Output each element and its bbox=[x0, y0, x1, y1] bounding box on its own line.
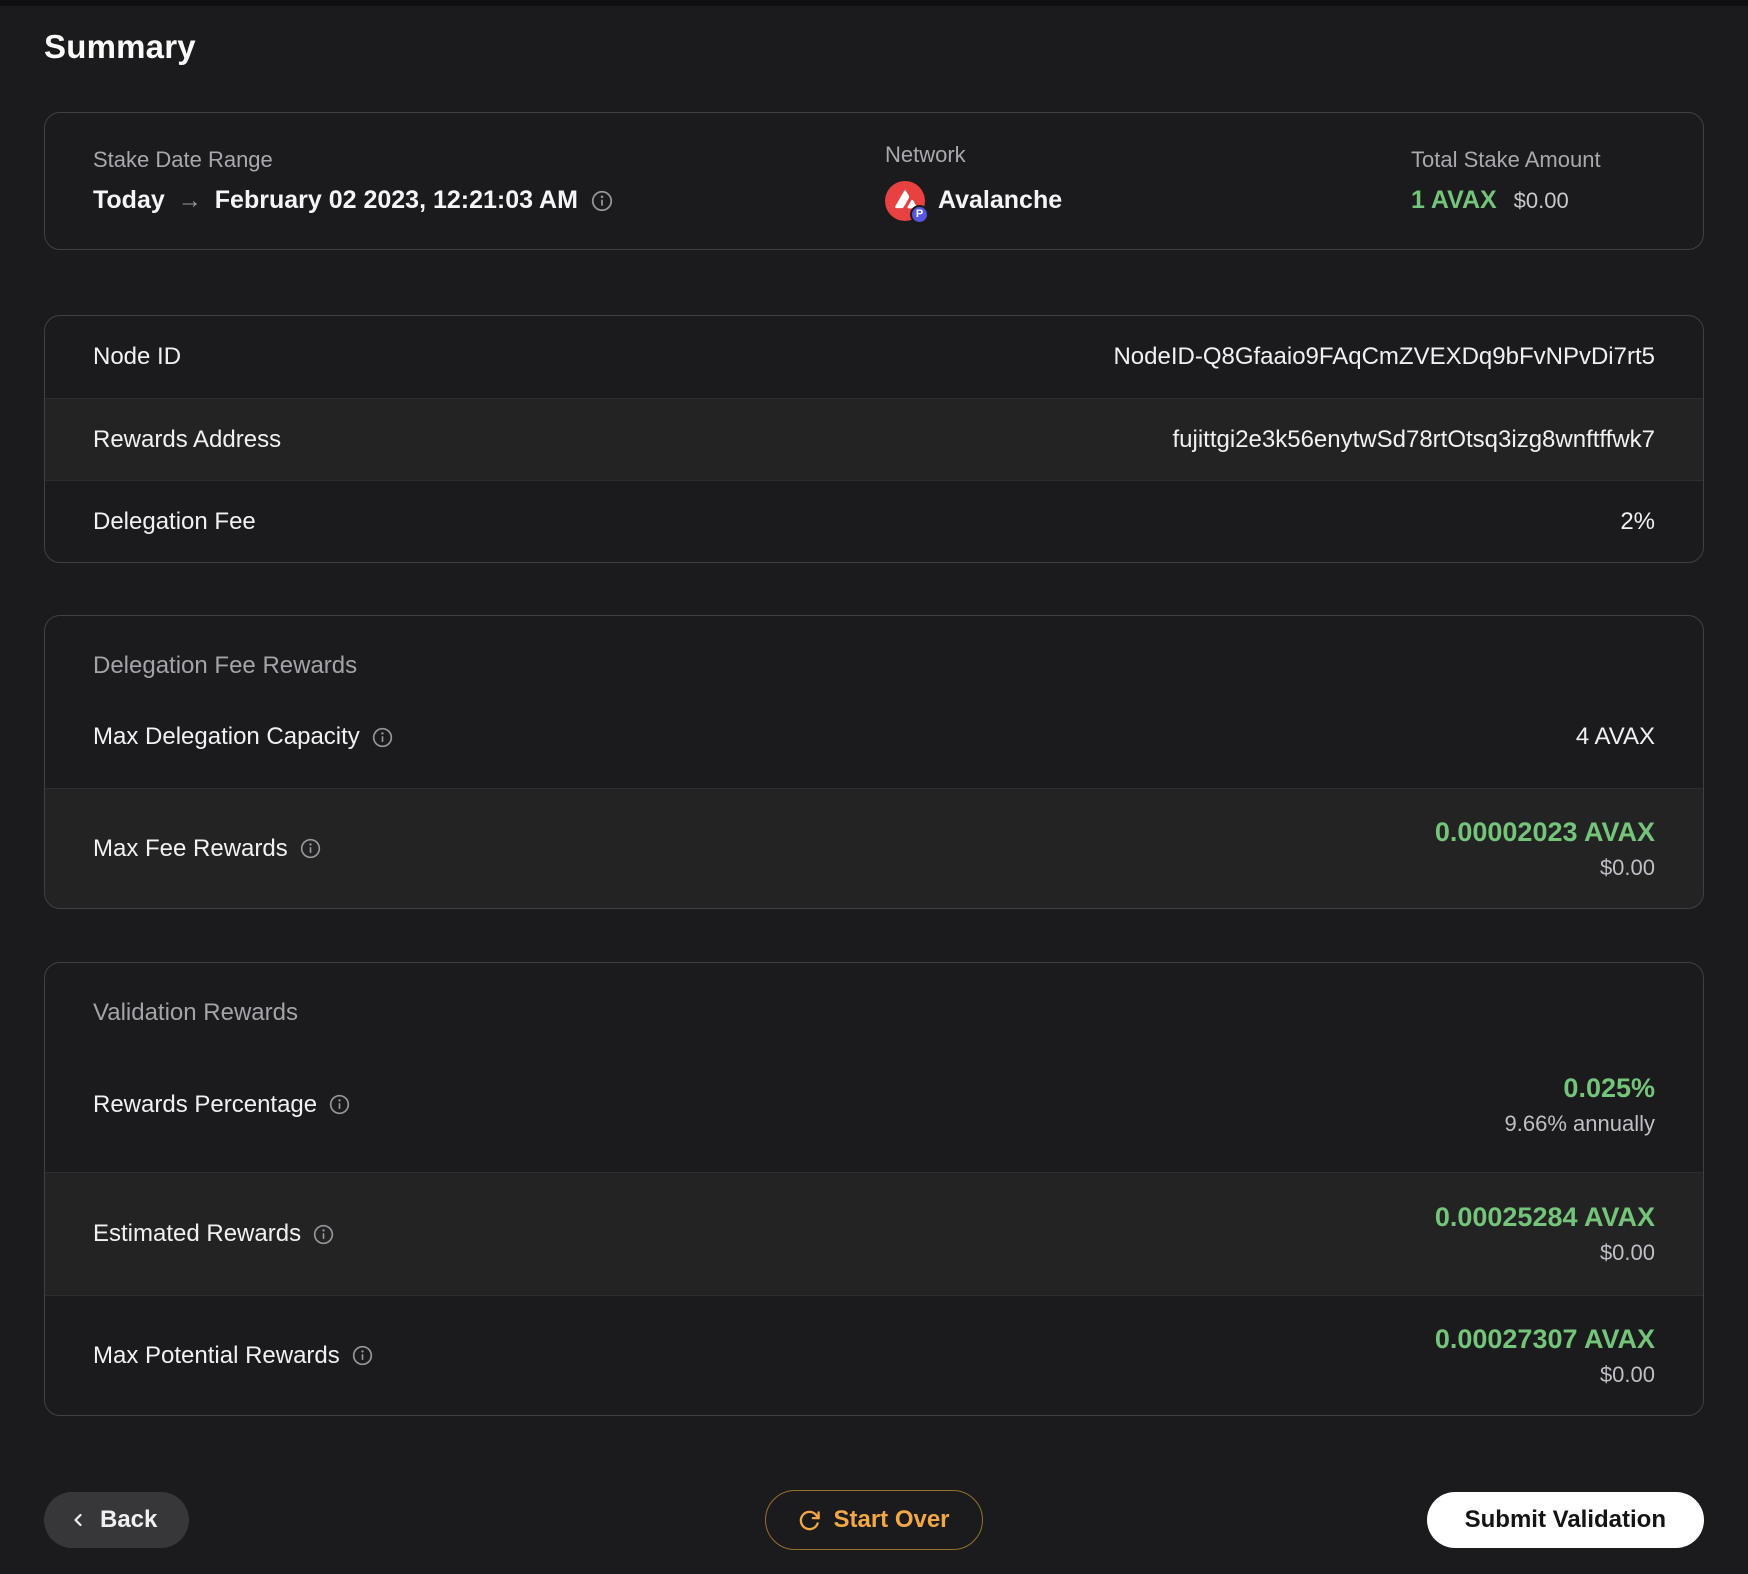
info-icon[interactable] bbox=[352, 1345, 373, 1366]
max-delegation-capacity-label: Max Delegation Capacity bbox=[93, 723, 393, 751]
arrow-right-icon: → bbox=[177, 186, 202, 214]
footer-actions: Back Start Over Submit Validation bbox=[44, 1490, 1704, 1550]
total-stake-label: Total Stake Amount bbox=[1411, 147, 1601, 172]
delegation-fee-value: 2% bbox=[1620, 507, 1655, 535]
total-stake-value: 1 AVAX $0.00 bbox=[1411, 186, 1655, 215]
delegation-fee-label: Delegation Fee bbox=[93, 507, 256, 535]
max-fee-rewards-label: Max Fee Rewards bbox=[93, 835, 321, 863]
date-from: Today bbox=[93, 186, 165, 214]
start-over-label: Start Over bbox=[833, 1506, 950, 1533]
estimated-rewards-text: Estimated Rewards bbox=[93, 1220, 302, 1247]
max-potential-rewards-value: 0.00027307 AVAX bbox=[1434, 1323, 1655, 1354]
total-stake-amount: 1 AVAX bbox=[1411, 186, 1497, 214]
row-node-id: Node ID NodeID-Q8Gfaaio9FAqCmZVEXDq9bFvN… bbox=[45, 316, 1703, 398]
row-rewards-percentage: Rewards Percentage 0.025% 9.66% annually bbox=[45, 1027, 1703, 1172]
rewards-percentage-cell: 0.025% 9.66% annually bbox=[1505, 1073, 1655, 1137]
submit-validation-button[interactable]: Submit Validation bbox=[1426, 1492, 1704, 1548]
summary-page: Summary Stake Date Range Today → Februar… bbox=[0, 28, 1748, 1550]
network-value: P Avalanche bbox=[885, 180, 1411, 224]
chevron-left-icon bbox=[68, 1510, 88, 1530]
max-fee-rewards-value: 0.00002023 AVAX bbox=[1434, 816, 1655, 847]
max-potential-rewards-cell: 0.00027307 AVAX $0.00 bbox=[1435, 1324, 1655, 1388]
info-icon[interactable] bbox=[300, 838, 321, 859]
refresh-icon bbox=[798, 1509, 821, 1532]
row-rewards-address: Rewards Address fujittgi2e3k56enytwSd78r… bbox=[45, 398, 1703, 480]
estimated-rewards-value: 0.00025284 AVAX bbox=[1434, 1202, 1655, 1232]
network-name: Avalanche bbox=[938, 186, 1063, 214]
rewards-address-value: fujittgi2e3k56enytwSd78rtOtsq3izg8wnftff… bbox=[1172, 425, 1656, 453]
row-max-delegation-capacity: Max Delegation Capacity 4 AVAX bbox=[45, 680, 1703, 788]
back-button[interactable]: Back bbox=[44, 1492, 190, 1548]
max-potential-rewards-label: Max Potential Rewards bbox=[93, 1342, 373, 1370]
max-potential-rewards-usd: $0.00 bbox=[1599, 1361, 1655, 1387]
info-icon[interactable] bbox=[329, 1094, 350, 1115]
estimated-rewards-label: Estimated Rewards bbox=[93, 1220, 334, 1248]
row-estimated-rewards: Estimated Rewards 0.00025284 AVAX $0.00 bbox=[45, 1172, 1703, 1295]
node-id-value: NodeID-Q8Gfaaio9FAqCmZVEXDq9bFvNPvDi7rt5 bbox=[1113, 343, 1655, 370]
submit-validation-label: Submit Validation bbox=[1464, 1506, 1666, 1533]
back-button-label: Back bbox=[100, 1506, 158, 1533]
delegation-fee-rewards-title: Delegation Fee Rewards bbox=[93, 652, 358, 679]
rewards-address-label: Rewards Address bbox=[93, 425, 282, 453]
info-icon[interactable] bbox=[591, 190, 613, 212]
date-to: February 02 2023, 12:21:03 AM bbox=[214, 186, 578, 214]
validation-rewards-card: Validation Rewards Rewards Percentage 0.… bbox=[44, 962, 1704, 1416]
total-stake: Total Stake Amount 1 AVAX $0.00 bbox=[1411, 147, 1655, 215]
estimated-rewards-usd: $0.00 bbox=[1599, 1240, 1655, 1265]
max-fee-rewards-text: Max Fee Rewards bbox=[93, 834, 288, 862]
stake-date-range-label: Stake Date Range bbox=[93, 147, 273, 172]
node-details-card: Node ID NodeID-Q8Gfaaio9FAqCmZVEXDq9bFvN… bbox=[44, 315, 1704, 563]
start-over-button[interactable]: Start Over bbox=[765, 1490, 983, 1550]
rewards-percentage-label: Rewards Percentage bbox=[93, 1091, 350, 1119]
node-id-label: Node ID bbox=[93, 343, 182, 370]
total-stake-usd: $0.00 bbox=[1513, 187, 1569, 213]
row-max-potential-rewards: Max Potential Rewards 0.00027307 AVAX $0… bbox=[45, 1295, 1703, 1415]
network-label: Network bbox=[885, 141, 966, 167]
max-delegation-capacity-value: 4 AVAX bbox=[1575, 723, 1655, 750]
max-potential-rewards-text: Max Potential Rewards bbox=[93, 1341, 340, 1369]
overview-card: Stake Date Range Today → February 02 202… bbox=[44, 112, 1704, 250]
p-chain-badge: P bbox=[910, 204, 929, 224]
stake-date-range-value: Today → February 02 2023, 12:21:03 AM bbox=[93, 186, 885, 215]
info-icon[interactable] bbox=[313, 1224, 334, 1245]
stake-date-range: Stake Date Range Today → February 02 202… bbox=[93, 147, 885, 215]
avalanche-icon: P bbox=[885, 180, 929, 224]
rewards-percentage-text: Rewards Percentage bbox=[93, 1090, 318, 1118]
delegation-fee-rewards-card: Delegation Fee Rewards Max Delegation Ca… bbox=[44, 615, 1704, 909]
estimated-rewards-cell: 0.00025284 AVAX $0.00 bbox=[1435, 1202, 1655, 1266]
validation-rewards-title: Validation Rewards bbox=[93, 999, 298, 1026]
network: Network P Avalanche bbox=[885, 141, 1411, 224]
rewards-percentage-annual: 9.66% annually bbox=[1504, 1110, 1655, 1136]
row-max-fee-rewards: Max Fee Rewards 0.00002023 AVAX $0.00 bbox=[45, 788, 1703, 908]
rewards-percentage-value: 0.025% bbox=[1563, 1072, 1655, 1103]
top-edge bbox=[0, 0, 1748, 6]
info-icon[interactable] bbox=[372, 727, 393, 748]
max-fee-rewards-usd: $0.00 bbox=[1599, 854, 1655, 880]
max-delegation-capacity-text: Max Delegation Capacity bbox=[93, 723, 360, 750]
row-delegation-fee: Delegation Fee 2% bbox=[45, 480, 1703, 562]
max-fee-rewards-cell: 0.00002023 AVAX $0.00 bbox=[1435, 817, 1655, 881]
page-title: Summary bbox=[44, 28, 196, 65]
